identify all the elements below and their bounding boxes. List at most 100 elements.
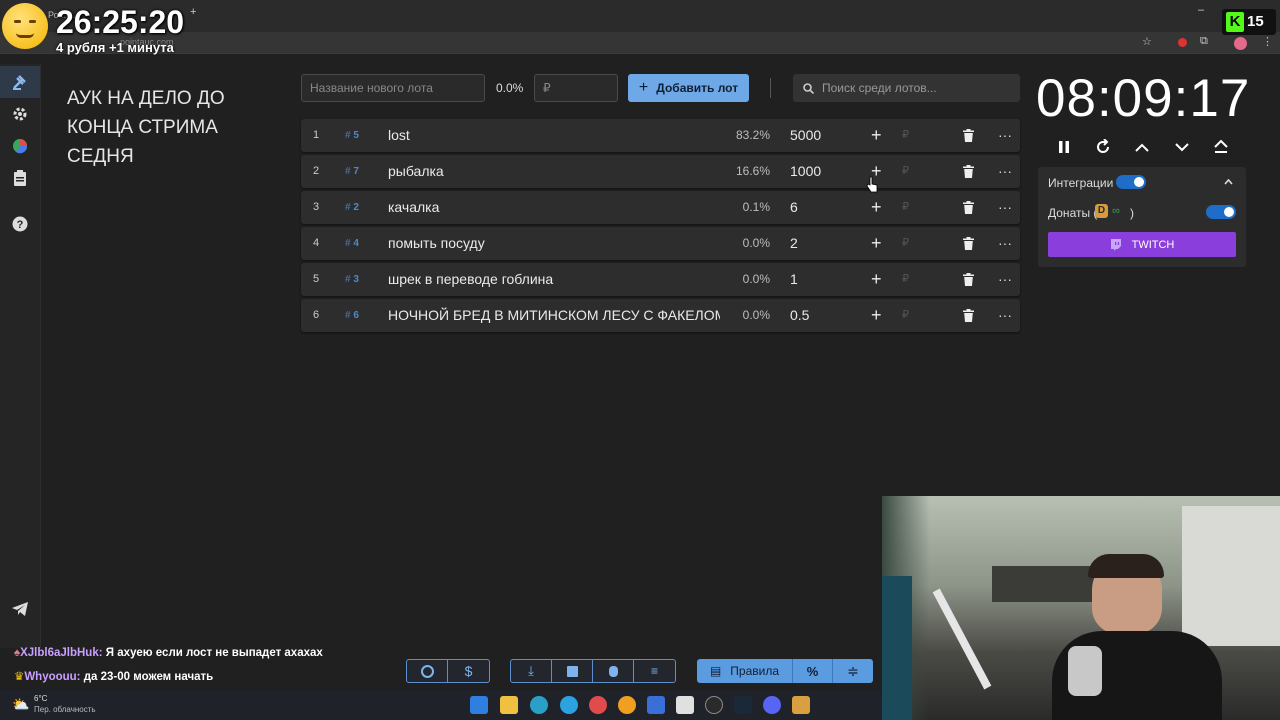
add-lot-label: Добавить лот: [656, 81, 739, 95]
lot-amount[interactable]: 1: [790, 263, 798, 296]
lot-name[interactable]: НОЧНОЙ БРЕД В МИТИНСКОМ ЛЕСУ С ФАКЕЛОМ: [388, 299, 720, 332]
nav-auction[interactable]: [0, 66, 40, 98]
app-icon[interactable]: [618, 696, 636, 714]
lot-amount[interactable]: 2: [790, 227, 798, 260]
lot-name[interactable]: lost: [388, 119, 720, 152]
time-down-button[interactable]: [1170, 136, 1194, 158]
clear-button[interactable]: ≡: [634, 660, 675, 682]
lot-amount[interactable]: 5000: [790, 119, 821, 152]
more-options-button[interactable]: ···: [998, 227, 1012, 260]
bookmark-star-icon[interactable]: ☆: [1142, 35, 1152, 48]
add-amount-button[interactable]: +: [871, 263, 882, 296]
timer-display: 08:09:17: [1036, 69, 1251, 128]
telegram-icon: [12, 602, 28, 616]
delete-lot-button[interactable]: [963, 273, 974, 286]
windows-start-icon[interactable]: [470, 696, 488, 714]
lot-row[interactable]: 6 # 6 НОЧНОЙ БРЕД В МИТИНСКОМ ЛЕСУ С ФАКЕЛ…: [301, 299, 1020, 332]
more-options-button[interactable]: ···: [998, 263, 1012, 296]
edge-icon[interactable]: [530, 696, 548, 714]
nav-settings[interactable]: [0, 98, 40, 130]
trash-icon: [963, 201, 974, 214]
add-amount-button[interactable]: +: [871, 191, 882, 224]
search-input[interactable]: Поиск среди лотов...: [793, 74, 1020, 102]
donations-label: Донаты (: [1048, 206, 1098, 220]
add-amount-button[interactable]: +: [871, 227, 882, 260]
notes-app-icon[interactable]: [676, 696, 694, 714]
rules-button[interactable]: ▤ Правила: [697, 659, 793, 683]
nav-wheel[interactable]: [0, 130, 40, 162]
ruble-icon: ₽: [902, 165, 909, 177]
pause-button[interactable]: [1052, 136, 1076, 158]
new-tab-icon[interactable]: +: [190, 6, 196, 18]
twitch-label: TWITCH: [1131, 238, 1175, 251]
lot-percent: 83.2%: [735, 128, 770, 142]
browser-menu-icon[interactable]: ⋮: [1262, 35, 1273, 48]
webcam-monitor: [882, 576, 912, 720]
add-lot-button[interactable]: + Добавить лот: [628, 74, 749, 102]
lot-name[interactable]: помыть посуду: [388, 227, 720, 260]
nav-telegram[interactable]: [0, 593, 40, 625]
reset-button[interactable]: [1091, 136, 1115, 158]
add-amount-button[interactable]: +: [871, 119, 882, 152]
ruble-icon: ₽: [902, 309, 909, 321]
nav-help[interactable]: ?: [0, 208, 40, 240]
chevron-down-icon: [1175, 142, 1189, 151]
lot-row[interactable]: 4 # 4 помыть посуду 0.0% 2 + ₽ ···: [301, 227, 1020, 260]
lot-amount[interactable]: 1000: [790, 155, 821, 188]
delete-lot-button[interactable]: [963, 237, 974, 250]
chevron-up-icon[interactable]: [1224, 179, 1233, 185]
integrations-toggle[interactable]: [1116, 175, 1146, 189]
new-lot-amount-input[interactable]: ₽: [534, 74, 618, 102]
time-max-button[interactable]: [1209, 136, 1233, 158]
more-options-button[interactable]: ···: [998, 119, 1012, 152]
twitch-button[interactable]: TWITCH: [1048, 232, 1236, 257]
github-icon: [420, 664, 434, 678]
ruble-icon: ₽: [902, 237, 909, 249]
steam-icon[interactable]: [734, 696, 752, 714]
donate-button[interactable]: $: [448, 660, 489, 682]
discord-icon[interactable]: [763, 696, 781, 714]
chat-text: Я ахуею если лост не выпадет ахахах: [102, 647, 323, 659]
profile-avatar[interactable]: [1234, 37, 1247, 50]
minimize-icon[interactable]: –: [1198, 4, 1204, 16]
split-button[interactable]: ≑: [833, 659, 873, 683]
obs-icon[interactable]: [705, 696, 723, 714]
more-options-button[interactable]: ···: [998, 191, 1012, 224]
game-app-icon[interactable]: [792, 696, 810, 714]
twitch-icon: [1110, 238, 1121, 251]
more-options-button[interactable]: ···: [998, 299, 1012, 332]
trash-icon: [963, 237, 974, 250]
chrome-icon[interactable]: [589, 696, 607, 714]
chevron-up-icon: [1135, 143, 1149, 152]
bug-report-button[interactable]: [593, 660, 634, 682]
telegram-taskbar-icon[interactable]: [560, 696, 578, 714]
extensions-puzzle-icon[interactable]: ⧉: [1200, 35, 1208, 48]
stats-app-icon[interactable]: [647, 696, 665, 714]
lot-name[interactable]: шрек в переводе гоблина: [388, 263, 720, 296]
delete-lot-button[interactable]: [963, 201, 974, 214]
add-amount-button[interactable]: +: [871, 299, 882, 332]
delete-lot-button[interactable]: [963, 309, 974, 322]
lot-name[interactable]: качалка: [388, 191, 720, 224]
lot-amount[interactable]: 6: [790, 191, 798, 224]
donations-toggle[interactable]: [1206, 205, 1236, 219]
download-button[interactable]: ⤓: [511, 660, 552, 682]
github-button[interactable]: [407, 660, 448, 682]
percent-button[interactable]: %: [793, 659, 833, 683]
lot-amount[interactable]: 0.5: [790, 299, 809, 332]
file-explorer-icon[interactable]: [500, 696, 518, 714]
lot-row[interactable]: 5 # 3 шрек в переводе гоблина 0.0% 1 + ₽ ···: [301, 263, 1020, 296]
lot-row[interactable]: 3 # 2 качалка 0.1% 6 + ₽ ···: [301, 191, 1020, 224]
lot-row[interactable]: 2 # 7 рыбалка 16.6% 1000 + ₽ ···: [301, 155, 1020, 188]
lot-row[interactable]: 1 # 5 lost 83.2% 5000 + ₽ ···: [301, 119, 1020, 152]
more-options-button[interactable]: ···: [998, 155, 1012, 188]
lot-percent: 0.0%: [742, 272, 770, 286]
extension-icon[interactable]: [1178, 38, 1187, 47]
save-button[interactable]: [552, 660, 593, 682]
delete-lot-button[interactable]: [963, 165, 974, 178]
time-up-button[interactable]: [1130, 136, 1154, 158]
new-lot-name-input[interactable]: Название нового лота: [301, 74, 485, 102]
delete-lot-button[interactable]: [963, 129, 974, 142]
lot-name[interactable]: рыбалка: [388, 155, 720, 188]
nav-history[interactable]: [0, 162, 40, 194]
